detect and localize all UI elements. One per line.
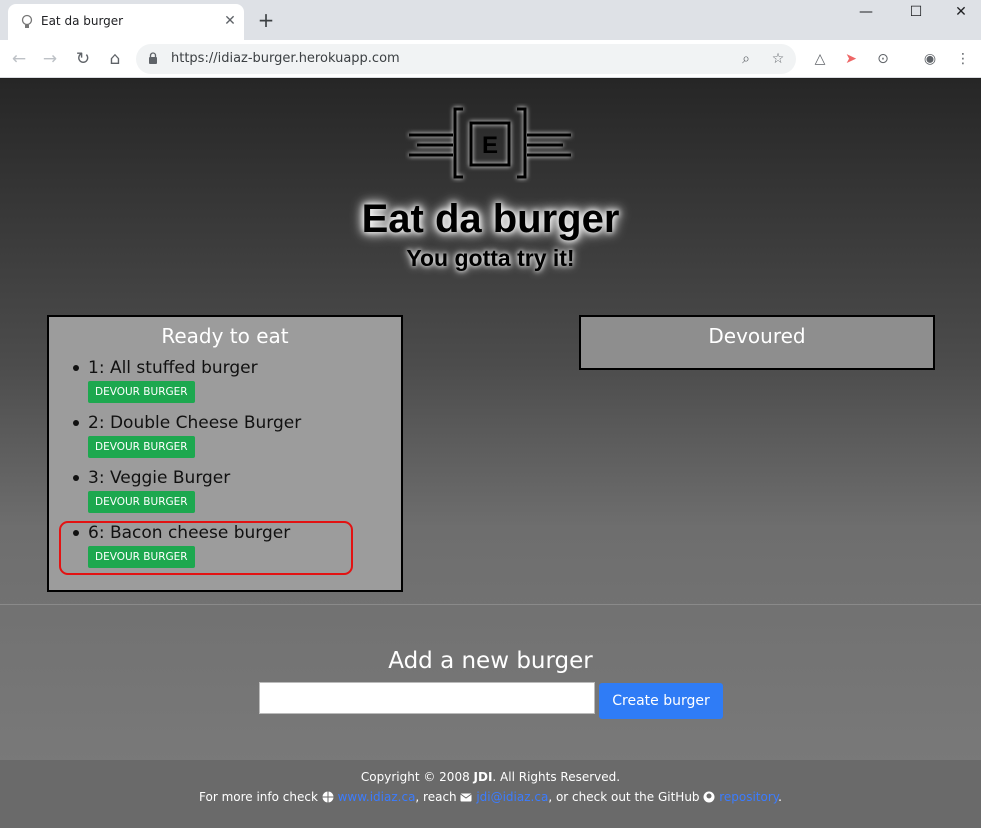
period-text: . [778,790,782,804]
burger-name-input[interactable] [259,682,595,714]
list-item: 1: All stuffed burger DEVOUR BURGER [49,357,401,412]
website-link[interactable]: www.idiaz.ca [338,790,416,804]
info-text: For more info check [199,790,322,804]
burger-name: 1: All stuffed burger [88,358,258,378]
copyright-text: Copyright © 2008 [360,770,474,784]
rights-text: . All Rights Reserved. [492,770,621,784]
brand-text: JDI [473,770,493,784]
url-text: https://idiaz-burger.herokuapp.com [171,51,400,66]
minimize-icon[interactable]: — [843,0,889,28]
page-title: Eat da burger [361,197,620,241]
create-burger-button[interactable]: Create burger [599,683,723,719]
add-burger-heading: Add a new burger [388,648,593,674]
highlight-annotation [59,521,353,575]
browser-tabstrip: Eat da burger ✕ + — ☐ ✕ [0,0,981,40]
devour-burger-button[interactable]: DEVOUR BURGER [88,491,195,513]
reload-icon[interactable]: ↻ [70,46,96,72]
menu-dots-icon[interactable]: ⋮ [952,48,974,70]
devour-burger-button[interactable]: DEVOUR BURGER [88,436,195,458]
logo-icon: E [409,107,571,179]
extension-icon[interactable]: ➤ [840,48,862,70]
devoured-panel: Devoured [579,315,935,370]
github-text: , or check out the GitHub [548,790,704,804]
logo-letter: E [482,132,498,159]
browser-toolbar: ← → ↻ ⌂ https://idiaz-burger.herokuapp.c… [0,40,981,78]
email-link[interactable]: jdi@idiaz.ca [476,790,548,804]
devtools-extension-icon[interactable]: ⊙ [872,48,894,70]
zoom-icon[interactable]: ⌕ [736,49,756,69]
ready-heading: Ready to eat [161,324,289,348]
list-item: 2: Double Cheese Burger DEVOUR BURGER [49,412,401,467]
reach-text: , reach [415,790,461,804]
bullet-icon [73,420,79,426]
browser-tab[interactable]: Eat da burger ✕ [8,4,244,40]
tab-title: Eat da burger [41,14,124,28]
list-item: 3: Veggie Burger DEVOUR BURGER [49,467,401,522]
github-icon [703,791,715,803]
back-icon[interactable]: ← [6,46,32,72]
page-subtitle: You gotta try it! [406,245,575,271]
burger-name: 3: Veggie Burger [88,468,231,488]
profile-avatar-icon[interactable]: ◉ [919,48,941,70]
footer-links: For more info check www.idiaz.ca, reach … [0,790,981,804]
page-content: E Eat da burger You gotta try it! Ready … [0,79,981,828]
close-tab-icon[interactable]: ✕ [222,13,238,29]
footer-copyright: Copyright © 2008 JDI. All Rights Reserve… [0,770,981,784]
bullet-icon [73,365,79,371]
new-tab-icon[interactable]: + [256,10,276,30]
drive-extension-icon[interactable]: △ [809,48,831,70]
footer: Copyright © 2008 JDI. All Rights Reserve… [0,760,981,828]
lock-icon [149,52,157,64]
bullet-icon [73,475,79,481]
globe-icon [322,791,334,803]
address-bar[interactable]: https://idiaz-burger.herokuapp.com ⌕ ☆ [136,44,796,74]
section-divider [0,604,981,605]
forward-icon[interactable]: → [37,46,63,72]
bookmark-star-icon[interactable]: ☆ [768,49,788,69]
devoured-heading: Devoured [708,324,806,348]
repository-link[interactable]: repository [719,790,778,804]
envelope-icon [460,793,473,802]
lightbulb-icon [21,14,33,28]
close-window-icon[interactable]: ✕ [938,0,981,28]
devour-burger-button[interactable]: DEVOUR BURGER [88,381,195,403]
burger-name: 2: Double Cheese Burger [88,413,302,433]
maximize-icon[interactable]: ☐ [893,0,939,28]
home-icon[interactable]: ⌂ [102,46,128,72]
